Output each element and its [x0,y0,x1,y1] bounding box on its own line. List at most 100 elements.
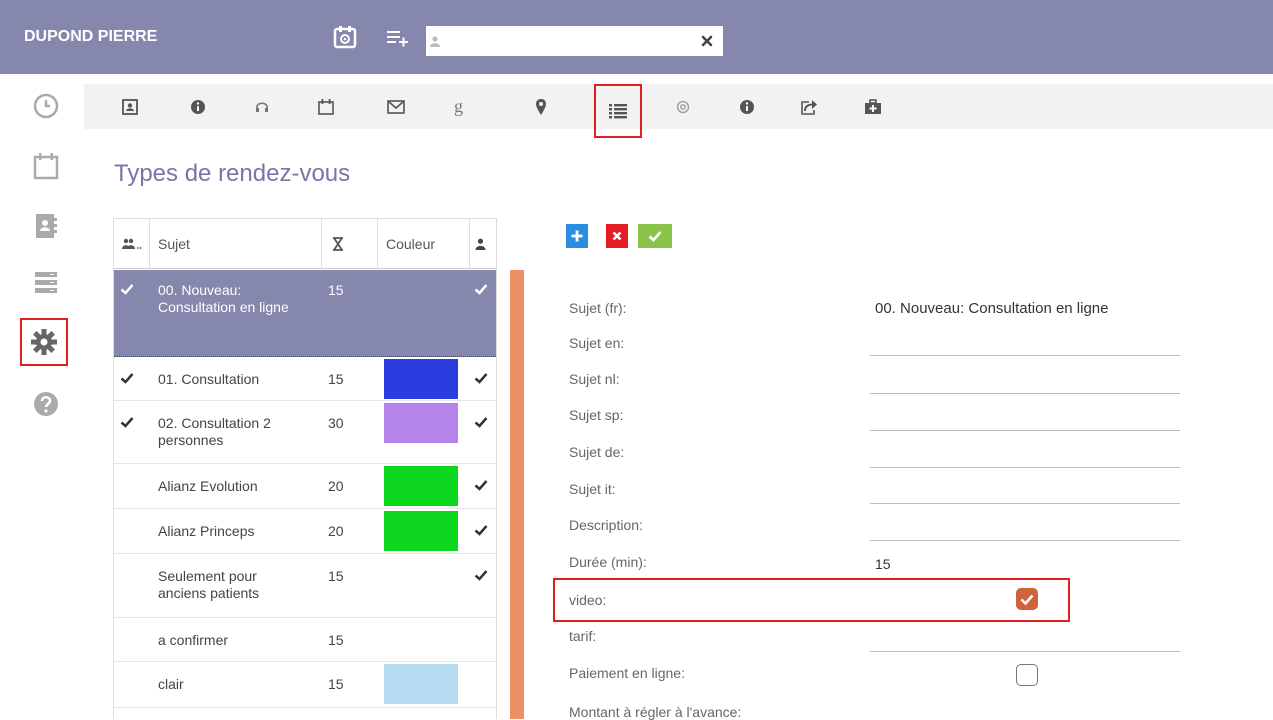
left-sidebar [0,74,84,719]
at-icon [676,100,690,114]
table-row[interactable]: Seulement pour anciens patients 15 [114,554,496,618]
tarif-field[interactable] [870,651,1180,652]
gear-icon [31,329,57,355]
share-icon [801,100,817,115]
description-field[interactable] [870,540,1180,541]
user-name: DUPOND PIERRE [24,28,158,45]
row-color-swatch [384,466,458,506]
add-button[interactable] [566,224,588,248]
table-row[interactable]: 02. Consultation 2 personnes 30 [114,401,496,464]
patient-search[interactable] [426,26,723,56]
column-header-subject[interactable]: Sujet [150,219,322,269]
close-icon[interactable] [701,34,713,52]
sujet-it-field[interactable] [870,503,1180,504]
sidebar-item-settings[interactable] [20,318,68,366]
sidebar-item-agenda[interactable] [22,142,70,190]
tab-info[interactable] [177,86,219,128]
sujet-en-field[interactable] [870,355,1180,356]
sidebar-item-contacts[interactable] [22,202,70,250]
tab-info-2[interactable] [726,86,768,128]
tab-medical[interactable] [852,86,894,128]
tarif-label: tarif: [569,628,597,644]
sidebar-item-history[interactable] [22,82,70,130]
table-row[interactable]: clair 15 [114,662,496,708]
search-input[interactable] [446,26,696,56]
add-list-icon[interactable] [386,28,412,54]
description-label: Description: [569,517,643,533]
save-button[interactable] [638,224,672,248]
row-subject: Seulement pour anciens patients [158,568,260,601]
tab-email[interactable] [662,86,704,128]
sujet-fr-value[interactable]: 00. Nouveau: Consultation en ligne [875,300,1109,317]
tab-share[interactable] [788,86,830,128]
help-icon [34,392,58,416]
close-icon [612,231,622,241]
tab-agenda[interactable] [305,86,347,128]
tab-messages[interactable] [375,86,417,128]
table-row[interactable]: Alianz Evolution 20 [114,464,496,509]
contact-card-icon [122,99,138,115]
row-color-swatch [384,511,458,551]
check-icon [1020,594,1034,606]
sujet-nl-field[interactable] [870,393,1180,394]
check-icon [474,523,488,540]
table-header: Sujet Couleur [114,219,496,269]
tab-phone[interactable] [241,86,283,128]
column-header-duration[interactable] [322,219,378,269]
envelope-icon [387,100,405,114]
page-title: Types de rendez-vous [114,160,351,187]
check-icon [120,415,134,432]
calendar-settings-icon[interactable] [332,24,358,50]
duree-value[interactable]: 15 [875,556,891,572]
table-row[interactable]: 01. Consultation 15 [114,357,496,401]
person-icon [429,34,441,52]
tab-google[interactable]: g [438,86,480,128]
calendar-icon [33,153,59,180]
info-icon [191,100,205,114]
users-icon [121,238,141,249]
row-duration: 15 [328,282,344,298]
server-icon [35,272,57,293]
check-icon [648,231,662,242]
appointment-types-table: Sujet Couleur 00. Nouveau: Consultation … [113,218,497,719]
address-book-icon [36,214,57,238]
column-header-users[interactable] [114,219,150,269]
headset-icon [256,102,268,112]
column-header-active[interactable] [470,219,496,269]
sidebar-item-server[interactable] [22,258,70,306]
row-subject: clair [158,676,184,692]
paiement-checkbox[interactable] [1016,664,1038,686]
svg-text:g: g [454,98,463,116]
sujet-sp-field[interactable] [870,430,1180,431]
sujet-de-field[interactable] [870,467,1180,468]
tab-appointment-types[interactable] [594,84,642,138]
check-icon [474,371,488,388]
sidebar-item-help[interactable] [22,380,70,428]
column-header-color[interactable]: Couleur [378,219,470,269]
row-duration: 20 [328,523,344,539]
paiement-label: Paiement en ligne: [569,665,685,681]
table-row[interactable]: Alianz Princeps 20 [114,509,496,554]
delete-button[interactable] [606,224,628,248]
tab-contact[interactable] [109,86,151,128]
row-duration: 30 [328,415,344,431]
video-checkbox[interactable] [1016,588,1038,610]
check-icon [474,282,488,299]
info-icon [740,100,754,114]
table-row[interactable]: 00. Nouveau: Consultation en ligne 15 [114,270,496,357]
check-icon [120,282,134,299]
section-toolbar: g [84,84,1273,138]
row-duration: 20 [328,478,344,494]
person-icon [475,238,486,250]
check-icon [474,568,488,585]
row-duration: 15 [328,632,344,648]
montant-label: Montant à régler à l'avance: [569,704,742,720]
table-row[interactable]: a confirmer 15 [114,618,496,662]
table-scrollbar[interactable] [510,270,524,719]
row-duration: 15 [328,676,344,692]
tab-location[interactable] [520,86,562,128]
row-color-swatch [384,664,458,704]
video-label: video: [569,592,607,608]
sujet-en-label: Sujet en: [569,335,625,351]
list-icon [609,104,627,119]
